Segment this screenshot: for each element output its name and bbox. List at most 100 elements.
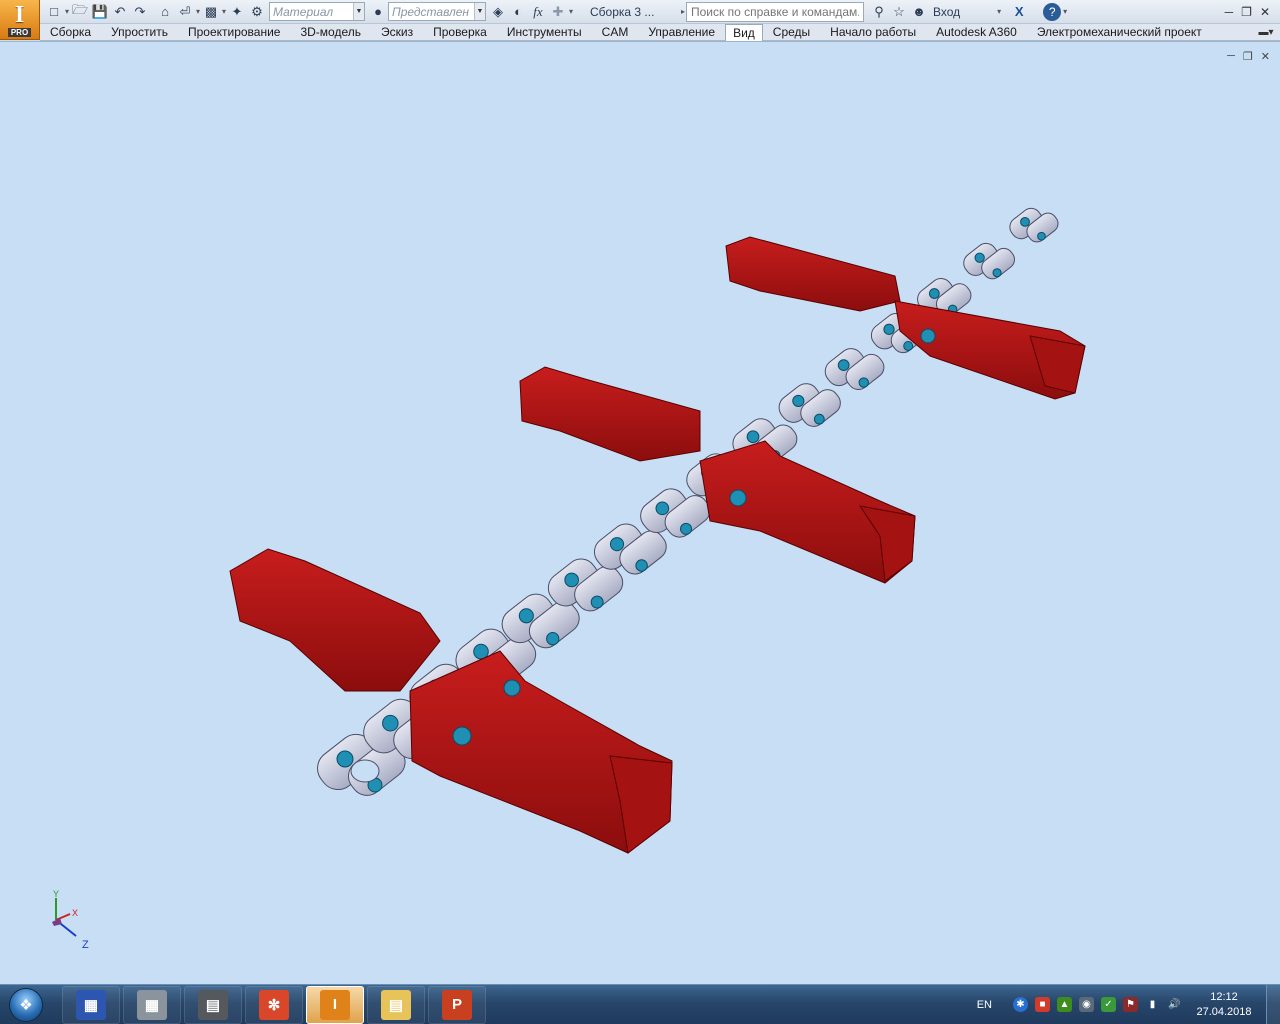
axis-y-label: Y — [53, 890, 59, 899]
taskbar-clock[interactable]: 12:12 27.04.2018 — [1189, 990, 1259, 1020]
tab-cam[interactable]: CAM — [592, 24, 639, 41]
tab-3d-model[interactable]: 3D-модель — [290, 24, 371, 41]
axis-x-label: X — [72, 908, 78, 918]
inventor-window: I PRO □ ▾ 🗁 💾 ↶ ↷ ⌂ ⏎ ▾ ▩ ▾ ✦ ⚙ Материал… — [0, 0, 1280, 1024]
taskbar-save-app[interactable]: ▦ — [62, 985, 120, 1024]
return-dropdown-icon[interactable]: ▾ — [195, 7, 201, 16]
close-icon[interactable]: ✕ — [1260, 5, 1270, 19]
return-icon[interactable]: ⏎ — [176, 2, 194, 22]
chain-assembly-model[interactable] — [0, 42, 1280, 984]
chain-link — [824, 348, 885, 390]
clear-appearance-icon[interactable]: ◐ — [509, 2, 527, 22]
axis-z-label: Z — [82, 939, 89, 950]
new-dropdown-icon[interactable]: ▾ — [64, 7, 70, 16]
ipropertiesicon[interactable]: ⚙ — [248, 2, 266, 22]
taskbar-powerpoint[interactable]: P — [428, 985, 486, 1024]
tab-inspect[interactable]: Проверка — [423, 24, 497, 41]
coordinate-axis-triad: Y X Z — [52, 890, 89, 950]
update-dropdown-icon[interactable]: ▾ — [221, 7, 227, 16]
ribbon-options-icon[interactable]: ▬▾ — [1252, 25, 1280, 39]
sign-in-link[interactable]: Вход — [933, 5, 960, 19]
appearance-combo-value: Представлен — [392, 4, 469, 19]
explorer-icon: ▤ — [381, 989, 411, 1020]
favorites-star-icon[interactable]: ☆ — [890, 2, 908, 22]
taskbar-inventor[interactable]: I — [306, 985, 364, 1024]
exchange-apps-icon[interactable]: X — [1010, 2, 1028, 22]
save-app-icon: ▦ — [76, 989, 106, 1020]
chain-link — [778, 383, 841, 427]
open-folder-icon[interactable]: 🗁 — [71, 2, 89, 22]
new-file-icon[interactable]: □ — [45, 2, 63, 22]
chain-link — [1009, 207, 1059, 243]
adjust-appearance-icon[interactable]: ◈ — [489, 2, 507, 22]
minimize-icon[interactable]: ─ — [1225, 5, 1234, 19]
chevron-down-icon[interactable]: ▼ — [353, 3, 364, 20]
binoculars-icon[interactable]: ⚲ — [870, 2, 888, 22]
taskbar-paint[interactable]: ✼ — [245, 985, 303, 1024]
taskbar-explorer[interactable]: ▤ — [367, 985, 425, 1024]
tab-manage[interactable]: Управление — [638, 24, 725, 41]
tab-environments[interactable]: Среды — [763, 24, 820, 41]
ribbon-tab-bar: Сборка Упростить Проектирование 3D-модел… — [40, 23, 1280, 41]
quick-access-toolbar: □ ▾ 🗁 💾 ↶ ↷ ⌂ ⏎ ▾ ▩ ▾ ✦ ⚙ Материал ▼ ● П… — [0, 0, 1280, 24]
graphics-viewport[interactable]: ─ ❐ ✕ Y X Z — [0, 41, 1280, 984]
document-title: Сборка 3 ... — [590, 4, 655, 19]
system-tray: EN ✱ ■ ▲ ◉ ✓ ⚑ ▮ 🔊 12:12 27.04.2018 — [977, 984, 1280, 1024]
checkmark-icon[interactable]: ✓ — [1101, 997, 1116, 1012]
inventor-logo: I — [14, 1, 25, 28]
parameters-fx-icon[interactable]: fx — [529, 2, 547, 22]
clock-date: 27.04.2018 — [1196, 1005, 1252, 1018]
show-desktop-button[interactable] — [1266, 984, 1280, 1024]
home-icon[interactable]: ⌂ — [156, 2, 174, 22]
security-shield-icon[interactable]: ◉ — [1079, 997, 1094, 1012]
start-button[interactable]: ❖ — [0, 985, 52, 1024]
tab-view[interactable]: Вид — [725, 23, 763, 41]
tab-simplify[interactable]: Упростить — [101, 24, 178, 41]
taskbar-calculator[interactable]: ▦ — [123, 985, 181, 1024]
material-combo-value: Материал — [273, 4, 334, 19]
appearance-ball-icon[interactable]: ● — [369, 2, 387, 22]
search-input[interactable] — [686, 1, 864, 22]
tab-a360[interactable]: Autodesk A360 — [926, 24, 1027, 41]
calculator-icon: ▦ — [137, 989, 167, 1020]
restore-icon[interactable]: ❐ — [1241, 5, 1252, 19]
powerpoint-icon: P — [442, 989, 472, 1020]
action-center-flag-icon[interactable]: ⚑ — [1123, 997, 1138, 1012]
update-icon[interactable]: ▩ — [202, 2, 220, 22]
tab-electromechanical[interactable]: Электромеханический проект — [1027, 24, 1212, 41]
nvidia-icon[interactable]: ▲ — [1057, 997, 1072, 1012]
tab-get-started[interactable]: Начало работы — [820, 24, 926, 41]
network-icon[interactable]: ▮ — [1145, 997, 1160, 1012]
undo-icon[interactable]: ↶ — [111, 2, 129, 22]
appearance-combo[interactable]: Представлен ▼ — [388, 2, 486, 21]
paint-icon: ✼ — [259, 989, 289, 1020]
material-combo[interactable]: Материал ▼ — [269, 2, 365, 21]
select-icon[interactable]: ✦ — [228, 2, 246, 22]
application-menu-button[interactable]: I PRO — [0, 0, 40, 40]
taskbar-scanner[interactable]: ▤ — [184, 985, 242, 1024]
clock-time: 12:12 — [1210, 990, 1238, 1003]
chevron-down-icon[interactable]: ▼ — [474, 3, 485, 20]
help-icon[interactable]: ? — [1043, 2, 1062, 21]
antivirus-icon[interactable]: ■ — [1035, 997, 1050, 1012]
save-icon[interactable]: 💾 — [91, 2, 109, 22]
language-indicator[interactable]: EN — [977, 999, 992, 1011]
windows-logo-icon: ❖ — [9, 987, 43, 1022]
bluetooth-icon[interactable]: ✱ — [1013, 997, 1028, 1012]
sign-in-dropdown-icon[interactable]: ▾ — [996, 7, 1002, 16]
inventor-icon: I — [320, 989, 350, 1020]
tab-tools[interactable]: Инструменты — [497, 24, 592, 41]
tab-design[interactable]: Проектирование — [178, 24, 291, 41]
scanner-icon: ▤ — [198, 989, 228, 1020]
windows-taskbar: ❖ ▦ ▦ ▤ ✼ I ▤ P EN ✱ ■ ▲ ◉ ✓ ⚑ ▮ 🔊 12:12… — [0, 984, 1280, 1024]
measure-icon[interactable]: ✚ — [549, 2, 567, 22]
volume-icon[interactable]: 🔊 — [1167, 997, 1182, 1012]
chain-link — [963, 242, 1015, 280]
redo-icon[interactable]: ↷ — [131, 2, 149, 22]
help-dropdown-icon[interactable]: ▾ — [1062, 7, 1068, 16]
customize-dropdown-icon[interactable]: ▾ — [568, 7, 574, 16]
edition-badge: PRO — [7, 27, 32, 37]
user-icon[interactable]: ☻ — [910, 2, 928, 22]
tab-assembly[interactable]: Сборка — [40, 24, 101, 41]
tab-sketch[interactable]: Эскиз — [371, 24, 423, 41]
